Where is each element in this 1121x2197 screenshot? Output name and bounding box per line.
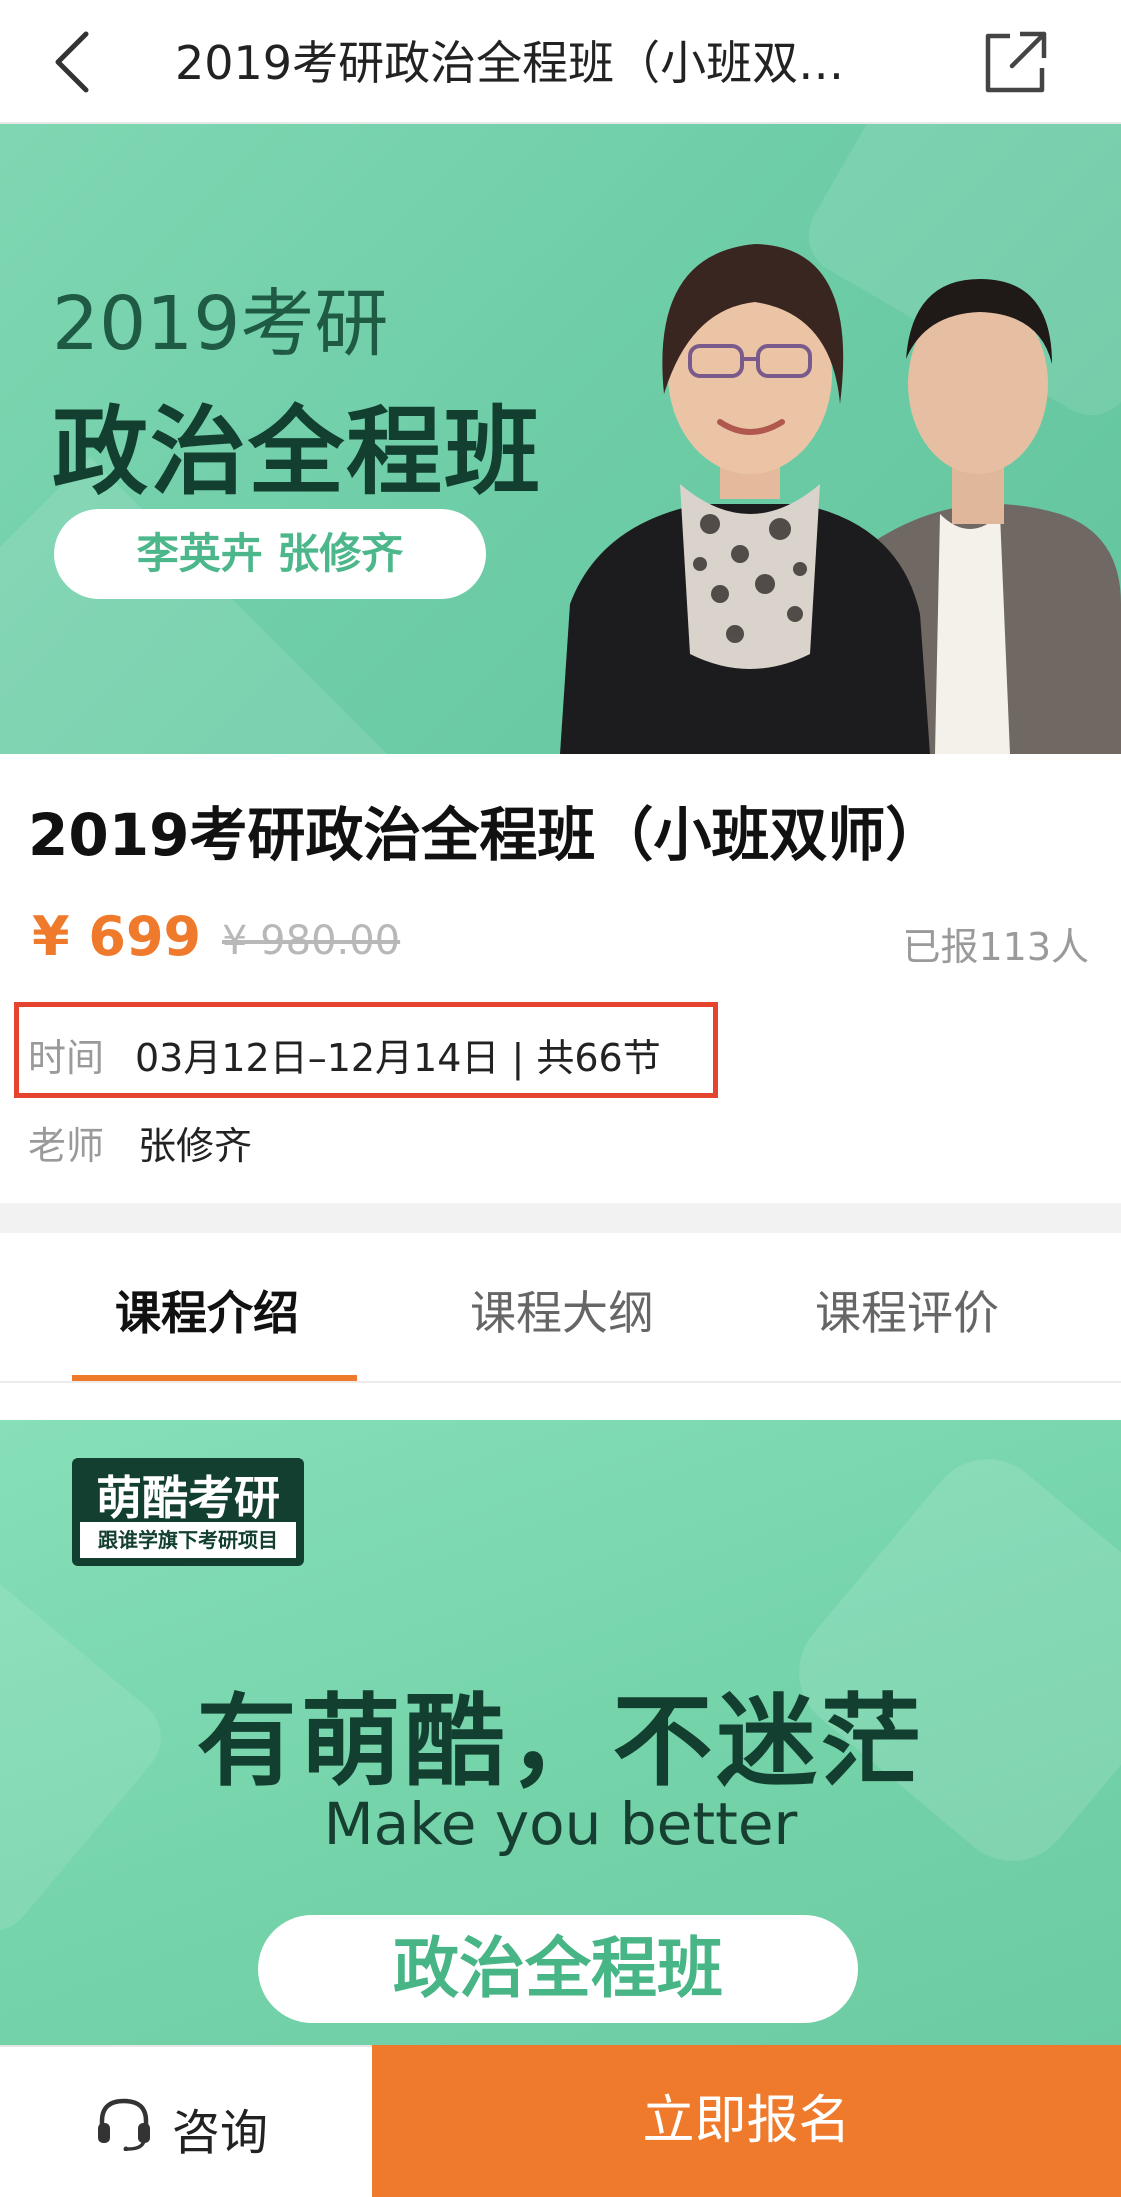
- hero-title: 政治全程班: [52, 396, 542, 508]
- teacher-woman-figure: [560, 244, 930, 754]
- banner-slogan-english: Make you better: [323, 1790, 798, 1858]
- consult-button[interactable]: 咨询: [0, 2047, 372, 2195]
- bottom-action-bar: 咨询 立即报名: [0, 2045, 1121, 2197]
- teacher-label: 老师: [28, 1124, 105, 1168]
- hero-banner: 2019考研 政治全程班 李英卉 张修齐: [0, 124, 1121, 754]
- share-icon: [985, 31, 1047, 93]
- headset-icon: [98, 2098, 150, 2151]
- brand-logo-text: 萌酷考研: [96, 1471, 280, 1525]
- hero-subtitle: 2019考研: [52, 281, 389, 367]
- teacher-value: 张修齐: [138, 1124, 253, 1168]
- chevron-left-icon: [55, 31, 89, 93]
- teachers-photo: [560, 244, 1121, 754]
- course-title: 2019考研政治全程班（小班双师）: [28, 801, 944, 869]
- enrolled-count: 已报113人: [902, 925, 1089, 969]
- consult-label: 咨询: [172, 2105, 269, 2161]
- tab-course-review[interactable]: 课程评价: [815, 1277, 999, 1343]
- original-price: ¥ 980.00: [222, 918, 401, 964]
- brand-logo-subtitle: 跟谁学旗下考研项目: [80, 1522, 296, 1558]
- active-tab-indicator: [72, 1375, 357, 1381]
- banner-slogan: 有萌酷，不迷茫: [196, 1683, 925, 1800]
- time-value: 03月12日–12月14日 | 共66节: [135, 1036, 661, 1080]
- section-divider: [0, 1203, 1121, 1233]
- time-label: 时间: [28, 1036, 105, 1080]
- share-button[interactable]: [980, 26, 1052, 98]
- banner-course-pill: 政治全程班: [258, 1915, 858, 2023]
- enroll-now-button[interactable]: 立即报名: [372, 2045, 1121, 2197]
- tab-bar: 课程介绍 课程大纲 课程评价: [0, 1233, 1121, 1383]
- page-title: 2019考研政治全程班（小班双…: [175, 36, 845, 90]
- course-price: ¥ 699: [32, 905, 202, 968]
- tab-course-intro[interactable]: 课程介绍: [115, 1277, 299, 1343]
- nav-bar: 2019考研政治全程班（小班双…: [0, 0, 1121, 124]
- back-button[interactable]: [40, 22, 110, 102]
- intro-banner: 萌酷考研 跟谁学旗下考研项目 有萌酷，不迷茫 Make you better 政…: [0, 1420, 1121, 2045]
- tab-course-syllabus[interactable]: 课程大纲: [470, 1277, 654, 1343]
- hero-teacher-pill: 李英卉 张修齐: [54, 509, 486, 599]
